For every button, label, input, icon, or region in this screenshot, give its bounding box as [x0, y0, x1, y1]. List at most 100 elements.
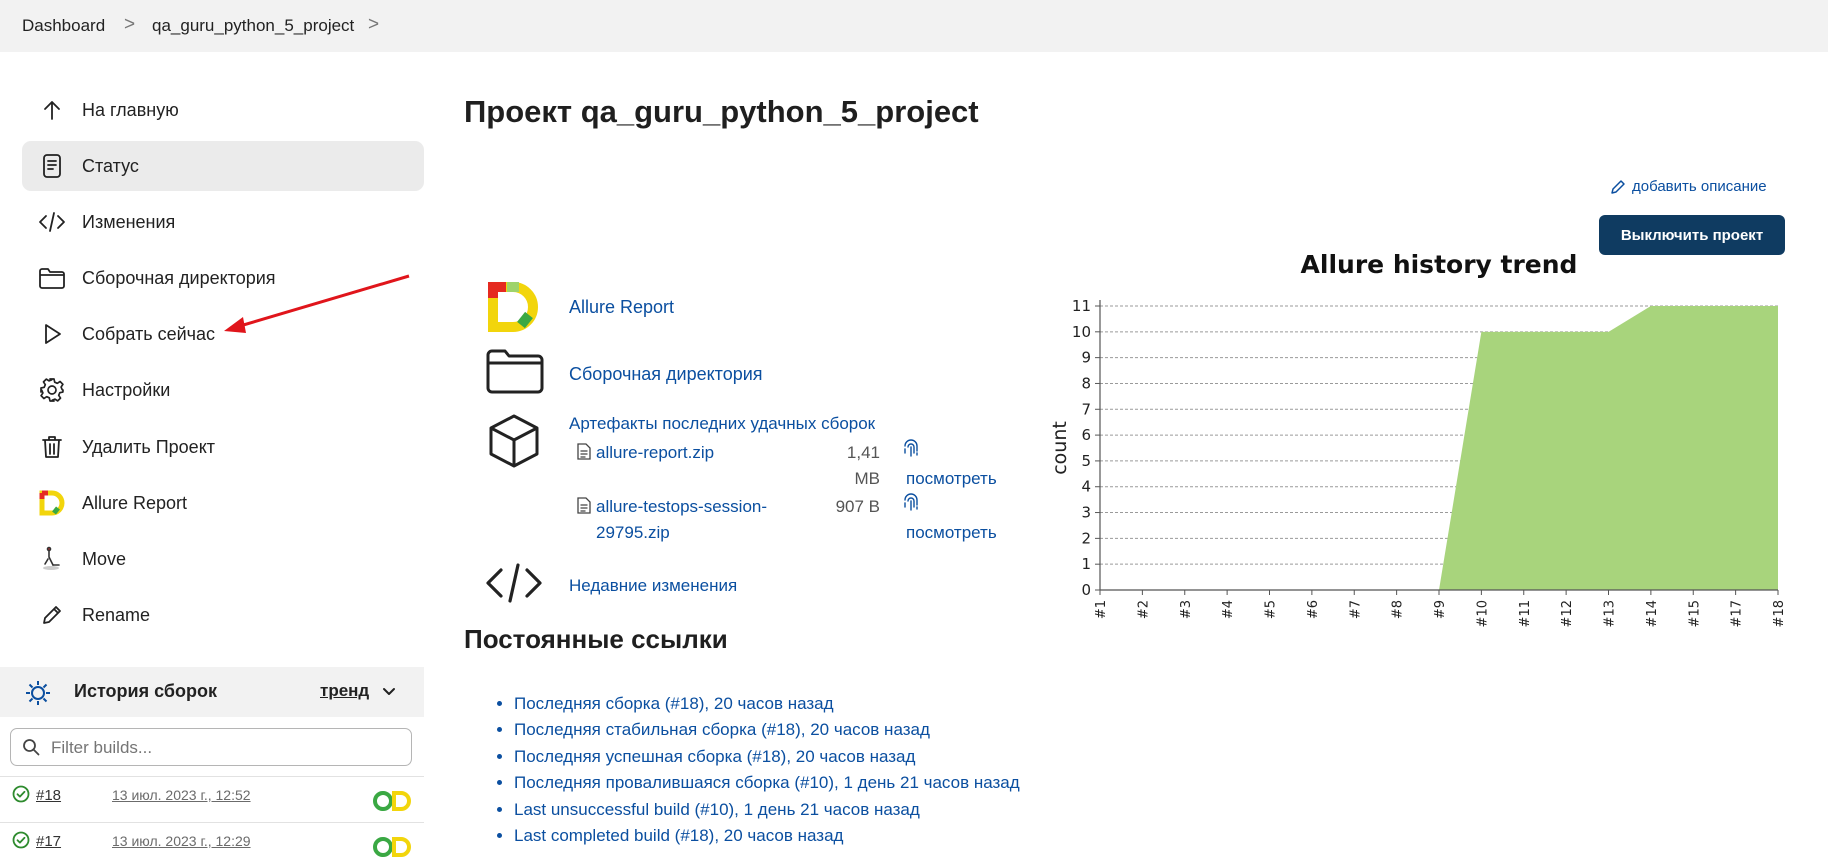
view-artifact-link[interactable]: посмотреть [906, 523, 997, 543]
allure-logo-icon [38, 489, 66, 517]
x-tick-label: #14 [1645, 600, 1660, 627]
build-date-link[interactable]: 13 июл. 2023 г., 12:52 [112, 787, 251, 803]
gear-icon [38, 376, 66, 404]
success-icon [12, 831, 30, 854]
breadcrumb-separator: > [368, 14, 380, 35]
allure-logo-icon[interactable] [372, 789, 412, 818]
artifacts-link[interactable]: Артефакты последних удачных сборок [569, 414, 875, 434]
x-tick-label: #4 [1221, 600, 1236, 619]
permalink[interactable]: Последняя успешная сборка (#18), 20 часо… [514, 747, 915, 766]
y-tick-label: 6 [1081, 426, 1091, 444]
sidebar-item-changes[interactable]: Изменения [22, 197, 424, 247]
sidebar-item-label: Настройки [82, 379, 171, 400]
chevron-down-icon[interactable] [380, 682, 398, 705]
permalink[interactable]: Последняя стабильная сборка (#18), 20 ча… [514, 720, 930, 739]
add-description-link[interactable]: добавить описание [1610, 178, 1767, 195]
permalink[interactable]: Последняя сборка (#18), 20 часов назад [514, 694, 834, 713]
permalink[interactable]: Последняя провалившаяся сборка (#10), 1 … [514, 773, 1020, 792]
code-icon [38, 208, 66, 236]
trash-icon [38, 433, 66, 461]
x-tick-label: #11 [1518, 600, 1533, 627]
folder-icon [485, 347, 545, 400]
y-tick-label: 11 [1072, 297, 1091, 315]
file-icon [577, 497, 591, 519]
list-item: Последняя провалившаяся сборка (#10), 1 … [514, 773, 1020, 799]
sidebar-item-move[interactable]: Move [22, 534, 424, 584]
y-tick-label: 10 [1072, 323, 1091, 341]
breadcrumb-dashboard[interactable]: Dashboard [22, 16, 105, 36]
file-icon [577, 443, 591, 465]
filter-builds [10, 728, 412, 766]
code-icon [485, 562, 543, 609]
move-icon [38, 545, 66, 573]
y-tick-label: 8 [1081, 374, 1091, 392]
sidebar-item-label: Сборочная директория [82, 267, 276, 288]
sidebar-item-rename[interactable]: Rename [22, 590, 424, 640]
y-tick-label: 9 [1081, 349, 1091, 367]
sidebar-item-label: Rename [82, 604, 151, 625]
y-tick-label: 4 [1081, 478, 1091, 496]
x-tick-label: #6 [1306, 600, 1321, 619]
allure-report-link[interactable]: Allure Report [569, 297, 674, 318]
fingerprint-icon[interactable] [902, 493, 920, 518]
sidebar-item-status[interactable]: Статус [22, 141, 424, 191]
pencil-icon [1610, 179, 1626, 195]
workspace-link[interactable]: Сборочная директория [569, 364, 763, 385]
permalink[interactable]: Last unsuccessful build (#10), 1 день 21… [514, 800, 920, 819]
sidebar-item-workspace[interactable]: Сборочная директория [22, 253, 424, 303]
list-item: Последняя успешная сборка (#18), 20 часо… [514, 747, 1020, 773]
x-tick-label: #10 [1475, 600, 1490, 627]
pencil-icon [38, 601, 66, 629]
x-tick-label: #5 [1264, 600, 1279, 619]
sidebar-item-home[interactable]: На главную [22, 85, 424, 135]
sidebar-item-label: Изменения [82, 211, 176, 232]
permalink[interactable]: Last completed build (#18), 20 часов наз… [514, 826, 843, 845]
folder-icon [38, 264, 66, 292]
sidebar-item-label: Статус [82, 155, 139, 176]
build-date-link[interactable]: 13 июл. 2023 г., 12:29 [112, 833, 251, 849]
chart-title: Allure history trend [1301, 250, 1578, 279]
breadcrumb: Dashboard > qa_guru_python_5_project > [0, 0, 1828, 52]
allure-history-trend-chart[interactable]: Allure history trend 0 1 2 3 4 5 6 7 8 9 10 11 #1 #2 #3… [1036, 246, 1828, 656]
x-tick-label: #12 [1560, 600, 1575, 627]
sidebar-item-delete-project[interactable]: Удалить Проект [22, 422, 424, 472]
x-tick-label: #18 [1772, 600, 1787, 627]
area-series [1100, 306, 1778, 590]
artifact-name-link-cont[interactable]: 29795.zip [596, 520, 670, 546]
build-number-link[interactable]: #17 [36, 833, 61, 850]
artifact-name-link[interactable]: allure-testops-session- [596, 494, 767, 520]
y-tick-label: 5 [1081, 452, 1091, 470]
artifact-name-link[interactable]: allure-report.zip [596, 440, 714, 466]
filter-builds-input[interactable] [49, 736, 403, 760]
x-tick-label: #8 [1391, 600, 1406, 619]
allure-logo-icon[interactable] [372, 835, 412, 864]
x-tick-label: #17 [1730, 600, 1745, 627]
sidebar-item-build-now[interactable]: Собрать сейчас [22, 309, 424, 359]
table-row: #17 13 июл. 2023 г., 12:29 [0, 822, 424, 867]
allure-logo-icon [487, 281, 541, 338]
x-tick-label: #9 [1433, 600, 1448, 619]
x-tick-label: #2 [1136, 600, 1151, 619]
view-artifact-link[interactable]: посмотреть [906, 469, 997, 489]
arrow-up-icon [38, 96, 66, 124]
y-tick-label: 7 [1081, 400, 1091, 418]
add-description-label: добавить описание [1632, 178, 1767, 195]
breadcrumb-project[interactable]: qa_guru_python_5_project [152, 16, 354, 36]
build-history-title: История сборок [74, 681, 217, 701]
list-item: Last completed build (#18), 20 часов наз… [514, 826, 1020, 852]
recent-changes-link[interactable]: Недавние изменения [569, 576, 737, 596]
sidebar-item-allure-report[interactable]: Allure Report [22, 478, 424, 528]
x-tick-label: #1 [1094, 600, 1109, 619]
sidebar-item-settings[interactable]: Настройки [22, 365, 424, 415]
table-row: #18 13 июл. 2023 г., 12:52 [0, 776, 424, 821]
x-tick-label: #15 [1687, 600, 1702, 627]
list-item: Last unsuccessful build (#10), 1 день 21… [514, 800, 1020, 826]
y-tick-label: 1 [1081, 555, 1091, 573]
sidebar-item-label: Собрать сейчас [82, 323, 216, 344]
breadcrumb-separator: > [124, 14, 136, 35]
build-number-link[interactable]: #18 [36, 787, 61, 804]
package-icon [487, 413, 541, 474]
sidebar-item-label: Allure Report [82, 492, 188, 513]
trend-link[interactable]: тренд [320, 681, 369, 701]
fingerprint-icon[interactable] [902, 439, 920, 464]
